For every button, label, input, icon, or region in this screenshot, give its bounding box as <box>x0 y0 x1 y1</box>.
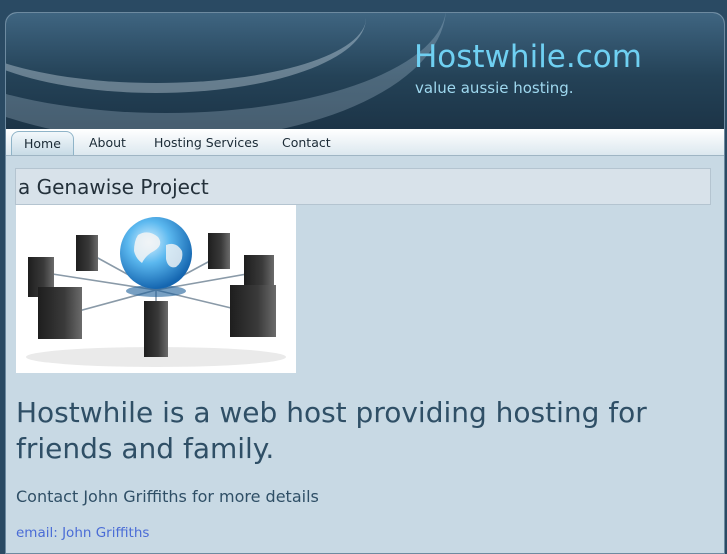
tab-home[interactable]: Home <box>11 131 74 155</box>
page-frame: Hostwhile.com value aussie hosting. Home… <box>5 12 725 554</box>
page-headline: Hostwhile is a web host providing hostin… <box>16 396 647 465</box>
main-nav: Home About Hosting Services Contact <box>6 129 724 156</box>
email-link[interactable]: John Griffiths <box>62 525 149 541</box>
contact-subhead: Contact John Griffiths for more details <box>16 487 319 506</box>
site-tagline: value aussie hosting. <box>415 79 574 97</box>
network-illustration <box>26 217 286 367</box>
project-banner: a Genawise Project <box>15 168 711 205</box>
email-line: email: John Griffiths <box>16 525 149 541</box>
email-prefix: email: <box>16 525 63 541</box>
banner-text: a Genawise Project <box>18 175 209 199</box>
tab-about[interactable]: About <box>77 131 138 155</box>
network-globe-image <box>16 205 296 373</box>
tab-contact[interactable]: Contact <box>270 131 343 155</box>
tab-hosting-services[interactable]: Hosting Services <box>142 131 270 155</box>
site-title[interactable]: Hostwhile.com <box>414 39 642 75</box>
site-header: Hostwhile.com value aussie hosting. <box>6 13 724 129</box>
